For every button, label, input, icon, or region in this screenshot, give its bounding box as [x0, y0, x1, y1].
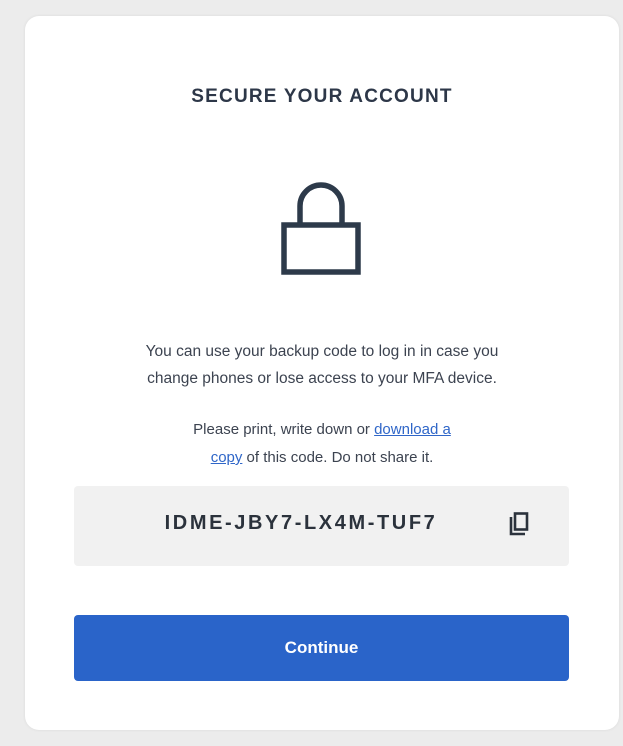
download-copy-link-part-2[interactable]: copy: [211, 449, 243, 466]
instructions-line-2: copy of this code. Do not share it.: [25, 444, 619, 472]
description-line-1: You can use your backup code to log in i…: [145, 343, 499, 360]
download-copy-link-part-1[interactable]: download a: [374, 421, 451, 438]
instructions-suffix: of this code. Do not share it.: [242, 449, 434, 466]
mfa-card: SECURE YOUR ACCOUNT You can use your bac…: [25, 16, 619, 730]
description-line-2: change phones or lose access to your MFA…: [147, 370, 497, 387]
page-title: SECURE YOUR ACCOUNT: [191, 86, 453, 107]
save-code-instructions: Please print, write down or download a c…: [25, 416, 619, 472]
backup-code-description: You can use your backup code to log in i…: [25, 338, 619, 392]
copy-code-button[interactable]: [506, 510, 536, 540]
continue-button[interactable]: Continue: [74, 615, 569, 681]
backup-code-box: IDME-JBY7-LX4M-TUF7: [74, 486, 569, 566]
lock-icon: [280, 176, 362, 276]
backup-code-value: IDME-JBY7-LX4M-TUF7: [164, 512, 438, 534]
copy-icon: [506, 510, 536, 540]
instructions-prefix: Please print, write down or: [193, 421, 375, 438]
instructions-line-1: Please print, write down or download a: [25, 416, 619, 444]
